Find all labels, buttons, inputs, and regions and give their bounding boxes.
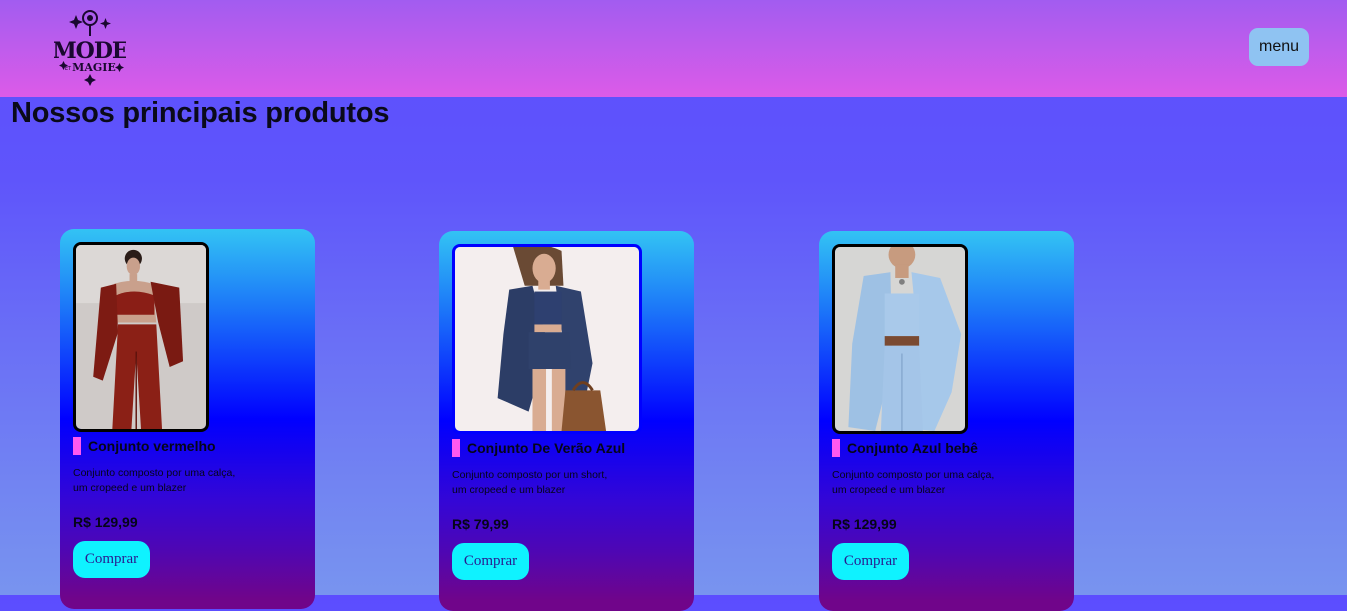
name-accent-bar [452, 439, 460, 457]
navy-outfit-image [455, 247, 639, 431]
menu-button[interactable]: menu [1249, 28, 1309, 66]
svg-text:ET: ET [65, 66, 72, 72]
product-price: R$ 129,99 [73, 514, 138, 530]
description-line: Conjunto composto por um short, [452, 469, 608, 481]
product-name: Conjunto vermelho [88, 438, 216, 454]
product-price: R$ 129,99 [832, 516, 897, 532]
product-card: Conjunto vermelho Conjunto composto por … [60, 229, 315, 609]
logo-graphic: MODE MAGIE ET [52, 10, 129, 86]
mode-et-magie-logo[interactable]: MODE MAGIE ET [52, 8, 129, 86]
product-name-row: Conjunto De Verão Azul [452, 439, 625, 457]
site-header: MODE MAGIE ET menu [0, 0, 1347, 97]
red-outfit-image [76, 245, 206, 429]
buy-button[interactable]: Comprar [452, 543, 529, 580]
description-line: um cropeed e um blazer [452, 484, 566, 496]
product-description: Conjunto composto por um short, um crope… [452, 468, 642, 498]
baby-blue-outfit-image [835, 247, 965, 431]
buy-button[interactable]: Comprar [832, 543, 909, 580]
buy-button[interactable]: Comprar [73, 541, 150, 578]
page-title: Nossos principais produtos [11, 97, 390, 129]
name-accent-bar [73, 437, 81, 455]
product-card: Conjunto Azul bebê Conjunto composto por… [819, 231, 1074, 611]
red-outfit-photo [73, 242, 209, 432]
product-description: Conjunto composto por uma calça, um crop… [73, 466, 263, 496]
product-name-row: Conjunto Azul bebê [832, 439, 978, 457]
product-name: Conjunto De Verão Azul [467, 440, 626, 456]
baby-blue-outfit-photo [832, 244, 968, 434]
name-accent-bar [832, 439, 840, 457]
product-card: Conjunto De Verão Azul Conjunto composto… [439, 231, 694, 611]
navy-summer-outfit-photo [452, 244, 642, 434]
description-line: um cropeed e um blazer [832, 484, 946, 496]
svg-text:MAGIE: MAGIE [72, 61, 116, 74]
description-line: Conjunto composto por uma calça, [73, 467, 236, 479]
product-name-row: Conjunto vermelho [73, 437, 216, 455]
description-line: Conjunto composto por uma calça, [832, 469, 995, 481]
product-price: R$ 79,99 [452, 516, 509, 532]
product-description: Conjunto composto por uma calça, um crop… [832, 468, 1022, 498]
description-line: um cropeed e um blazer [73, 482, 187, 494]
product-name: Conjunto Azul bebê [847, 440, 978, 456]
